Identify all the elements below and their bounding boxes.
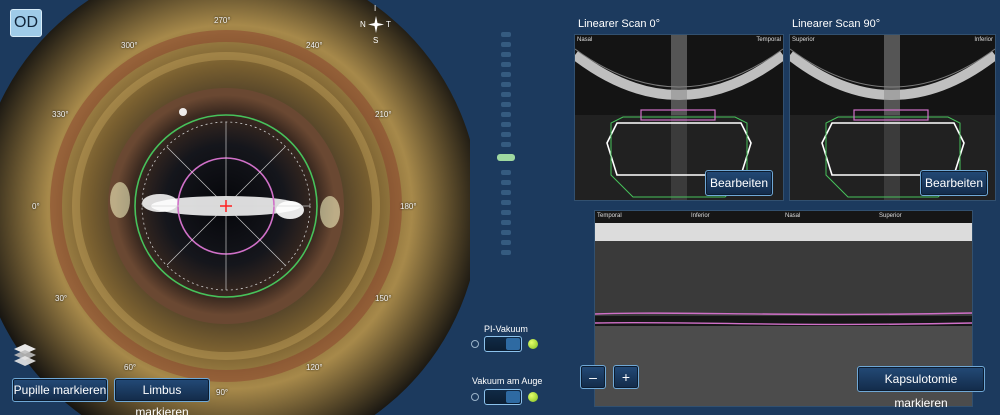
slider-tick bbox=[501, 250, 511, 255]
scan-0-title: Linearer Scan 0° bbox=[578, 18, 661, 30]
pi-vacuum-on-indicator[interactable] bbox=[528, 339, 538, 349]
circular-scan-label-inferior: Inferior bbox=[691, 213, 710, 219]
compass-star-icon bbox=[368, 16, 384, 33]
circular-scan-label-nasal: Nasal bbox=[785, 213, 801, 219]
circular-scan-label-superior: Superior bbox=[879, 213, 902, 219]
slider-tick bbox=[501, 190, 511, 195]
pi-vacuum-off-indicator[interactable] bbox=[471, 340, 479, 348]
degree-label-30: 30° bbox=[55, 294, 68, 303]
scan-90-title: Linearer Scan 90° bbox=[792, 18, 881, 30]
degree-label-210: 210° bbox=[375, 110, 392, 119]
degree-label-180: 180° bbox=[400, 202, 417, 211]
mark-limbus-button[interactable]: Limbus markieren bbox=[114, 378, 210, 415]
slider-tick bbox=[501, 240, 511, 245]
orientation-compass: I N T S bbox=[358, 4, 398, 46]
eye-side-badge[interactable]: OD bbox=[10, 9, 42, 37]
edit-scan-0-button[interactable]: Bearbeiten bbox=[705, 170, 773, 196]
scan-90-left-label: Superior bbox=[792, 37, 815, 43]
slider-tick bbox=[501, 62, 511, 67]
toggle-knob bbox=[506, 391, 520, 403]
slider-tick bbox=[501, 230, 511, 235]
slider-tick bbox=[501, 32, 511, 37]
layers-icon[interactable] bbox=[12, 342, 38, 366]
circular-scan-label-temporal: Temporal bbox=[597, 213, 622, 219]
eye-vacuum-label: Vakuum am Auge bbox=[472, 376, 543, 386]
slider-tick bbox=[501, 132, 511, 137]
edit-scan-90-button[interactable]: Bearbeiten bbox=[920, 170, 988, 196]
degree-label-120: 120° bbox=[306, 363, 323, 372]
slider-tick bbox=[501, 180, 511, 185]
scan-0-left-label: Nasal bbox=[577, 37, 593, 43]
degree-label-0: 0° bbox=[32, 202, 40, 211]
slider-tick bbox=[501, 92, 511, 97]
vacuum-level-slider[interactable] bbox=[497, 30, 515, 260]
slider-tick bbox=[501, 52, 511, 57]
scan-0-right-label: Temporal bbox=[756, 37, 781, 43]
mark-pupil-button[interactable]: Pupille markieren bbox=[12, 378, 108, 402]
toggle-knob bbox=[506, 338, 520, 350]
pi-vacuum-label: PI-Vakuum bbox=[484, 324, 528, 334]
slider-tick bbox=[501, 112, 511, 117]
degree-label-90: 90° bbox=[216, 388, 229, 397]
degree-label-330: 330° bbox=[52, 110, 69, 119]
degree-label-300: 300° bbox=[121, 41, 138, 50]
degree-label-150: 150° bbox=[375, 294, 392, 303]
eye-vacuum-on-indicator[interactable] bbox=[528, 392, 538, 402]
slider-tick bbox=[501, 102, 511, 107]
zoom-in-button[interactable]: + bbox=[613, 365, 639, 389]
slider-tick bbox=[501, 170, 511, 175]
slider-tick bbox=[501, 142, 511, 147]
slider-tick bbox=[501, 72, 511, 77]
slider-thumb[interactable] bbox=[497, 154, 515, 161]
zoom-out-button[interactable]: – bbox=[580, 365, 606, 389]
eye-view-panel: OD 270° 240° 210° 180° 150° 120° 90° 60°… bbox=[0, 0, 470, 415]
slider-tick bbox=[501, 220, 511, 225]
degree-label-60: 60° bbox=[124, 363, 137, 372]
slider-tick bbox=[501, 200, 511, 205]
degree-label-270: 270° bbox=[214, 16, 231, 25]
degree-label-240: 240° bbox=[306, 41, 323, 50]
slider-tick bbox=[501, 42, 511, 47]
mark-capsulotomy-button[interactable]: Kapsulotomie markieren bbox=[857, 366, 985, 410]
pi-vacuum-toggle[interactable] bbox=[484, 336, 522, 352]
scan-90-right-label: Inferior bbox=[974, 37, 993, 43]
slider-tick bbox=[501, 210, 511, 215]
slider-tick bbox=[501, 122, 511, 127]
eye-vacuum-toggle[interactable] bbox=[484, 389, 522, 405]
slider-tick bbox=[501, 82, 511, 87]
eye-vacuum-off-indicator[interactable] bbox=[471, 393, 479, 401]
